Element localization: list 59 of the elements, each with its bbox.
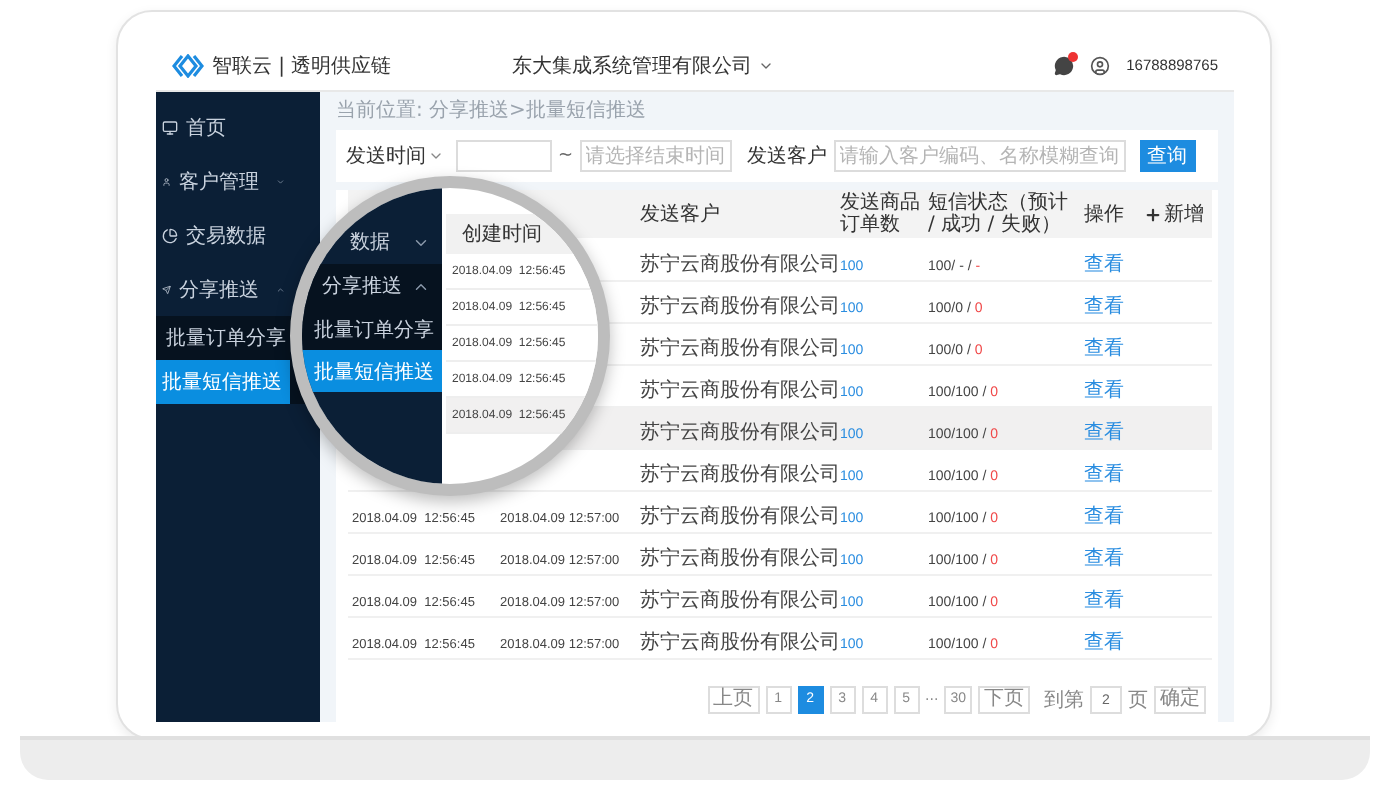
range-separator: ~ (558, 146, 574, 166)
view-link[interactable]: 查看 (1084, 253, 1124, 276)
user-icon (162, 173, 171, 189)
customer-name: 苏宁云商股份有限公司 (640, 548, 840, 570)
view-link[interactable]: 查看 (1084, 632, 1124, 654)
company-switcher[interactable]: 东大集成系统管理有限公司 (512, 51, 1055, 79)
view-link[interactable]: 查看 (1084, 422, 1124, 444)
view-link[interactable]: 查看 (1084, 590, 1124, 612)
pie-chart-icon (162, 227, 178, 243)
customer-name: 苏宁云商股份有限公司 (640, 380, 840, 402)
prev-page-button[interactable]: 上页 (707, 686, 760, 714)
breadcrumb: 当前位置: 分享推送>批量短信推送 (336, 98, 648, 124)
sidebar-item[interactable]: 分享推送 (302, 264, 442, 308)
sidebar-subitem[interactable]: 批量订单分享 (156, 316, 290, 360)
sidebar-item[interactable]: 分享推送 (156, 262, 290, 316)
customer-name: 苏宁云商股份有限公司 (640, 253, 840, 276)
goto-unit: 页 (1128, 688, 1148, 714)
sidebar-subitem[interactable]: 批量短信推送 (156, 360, 290, 404)
start-date-field[interactable] (456, 140, 552, 172)
sidebar-item[interactable]: 批量订单分享 (302, 308, 442, 350)
time-type-select[interactable]: 发送时间 (346, 142, 450, 170)
view-link[interactable]: 查看 (1084, 380, 1124, 402)
column-header: 创建时间 (462, 221, 542, 248)
customer-name: 苏宁云商股份有限公司 (640, 422, 840, 444)
sidebar-item[interactable]: 交易数据 (156, 208, 290, 262)
customer-name: 苏宁云商股份有限公司 (640, 590, 840, 612)
customer-label: 发送客户 (747, 143, 828, 170)
view-link[interactable]: 查看 (1084, 338, 1124, 360)
customer-search-field[interactable]: 请输入客户编码、名称模糊查询 (833, 140, 1126, 172)
customer-name: 苏宁云商股份有限公司 (640, 632, 840, 654)
goto-label: 到第 (1044, 688, 1084, 714)
sidebar-item[interactable]: 批量短信推送 (302, 350, 442, 392)
paper-plane-icon (162, 281, 171, 297)
sidebar-item[interactable]: 数据 (302, 220, 442, 264)
column-header: 操作 (1084, 203, 1124, 225)
customer-name: 苏宁云商股份有限公司 (640, 338, 840, 360)
end-date-field[interactable]: 请选择结束时间 (579, 140, 732, 172)
confirm-button[interactable]: 确定 (1154, 686, 1206, 714)
view-link[interactable]: 查看 (1084, 548, 1124, 570)
next-page-button[interactable]: 下页 (978, 686, 1030, 714)
chevron-down-icon (428, 148, 444, 164)
sidebar-item[interactable]: 首页 (156, 100, 290, 154)
column-header: 发送客户 (640, 203, 720, 225)
view-link[interactable]: 查看 (1084, 506, 1124, 528)
customer-name: 苏宁云商股份有限公司 (640, 506, 840, 528)
search-button[interactable]: 查询 (1139, 140, 1196, 172)
plus-icon (1144, 205, 1162, 223)
message-icon[interactable] (1054, 55, 1075, 75)
customer-name: 苏宁云商股份有限公司 (640, 464, 840, 486)
customer-name: 苏宁云商股份有限公司 (640, 296, 840, 318)
monitor-icon (162, 119, 178, 135)
view-link[interactable]: 查看 (1084, 296, 1124, 318)
logo-icon (172, 53, 204, 77)
user-icon (1090, 55, 1111, 75)
app-logo-text: 智联云 | 透明供应链 (212, 53, 392, 79)
view-link[interactable]: 查看 (1084, 464, 1124, 486)
column-header: 短信状态（预计 / 成功 / 失败） (928, 192, 1068, 236)
column-header: 发送商品订单数 (840, 192, 920, 236)
sidebar-item[interactable]: 客户管理 (156, 154, 290, 208)
